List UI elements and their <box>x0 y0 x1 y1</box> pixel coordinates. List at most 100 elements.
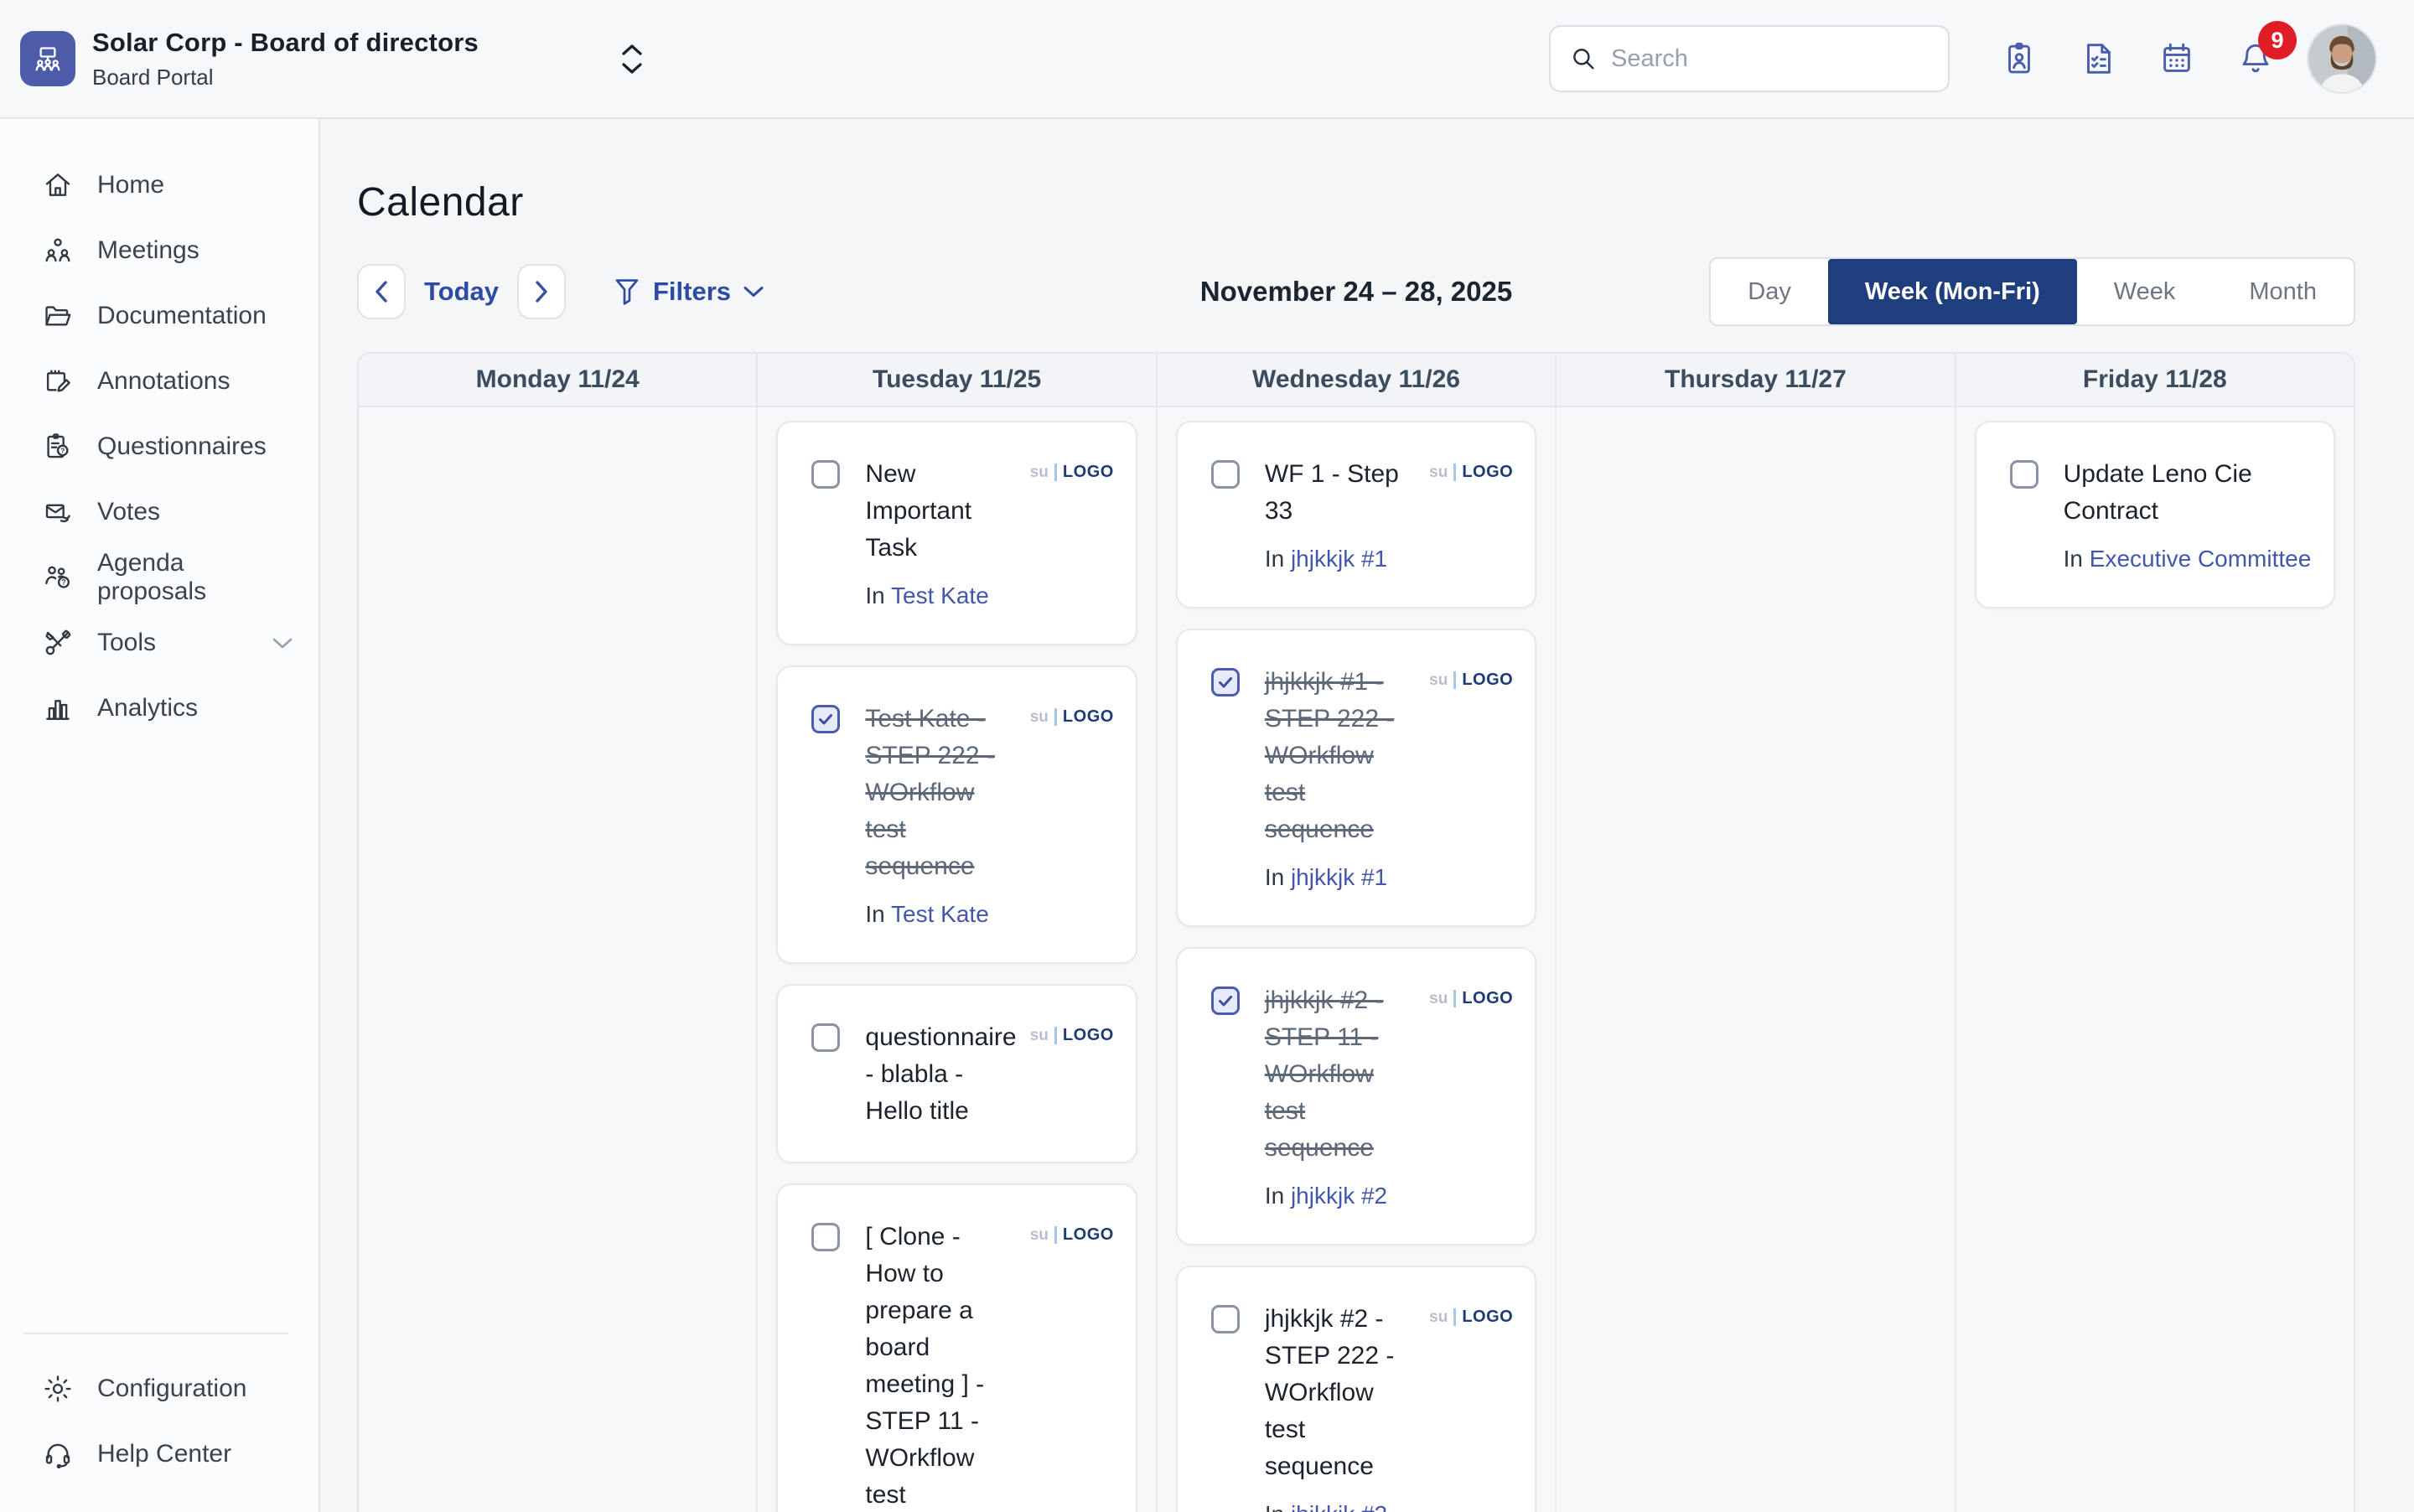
portal-switcher[interactable] <box>621 44 643 75</box>
day-header-wednesday-11-26: Wednesday 11/26 <box>1158 354 1557 406</box>
day-header-thursday-11-27: Thursday 11/27 <box>1557 354 1956 406</box>
sidebar-item-questionnaires[interactable]: ? Questionnaires <box>0 414 319 479</box>
ballot-icon <box>42 496 74 528</box>
day-column-tuesday-11-25: New Important Task In Test Kate su LOGO … <box>758 407 1157 1512</box>
view-option-week-mon-fri[interactable]: Week (Mon-Fri) <box>1828 259 2077 324</box>
calendar-toolbar: Today Filters November 24 – 28, 2025 Day… <box>357 256 2355 327</box>
event-checkbox[interactable] <box>2010 460 2038 489</box>
sidebar-item-meetings[interactable]: Meetings <box>0 218 319 283</box>
avatar[interactable] <box>2308 25 2375 92</box>
note-pencil-icon <box>42 365 74 397</box>
event-checkbox[interactable] <box>1211 986 1240 1015</box>
contacts-button[interactable] <box>2000 39 2038 78</box>
chevron-up-icon <box>621 44 643 56</box>
event-location-link[interactable]: Test Kate <box>891 901 989 927</box>
event-location: In jhjkkjk #2 <box>1265 1499 1401 1512</box>
day-header-tuesday-11-25: Tuesday 11/25 <box>758 354 1157 406</box>
topbar: Solar Corp - Board of directors Board Po… <box>0 0 2414 119</box>
search-box <box>1549 25 1950 92</box>
event-card[interactable]: jhjkkjk #1 - STEP 222 - WOrkflow test se… <box>1176 629 1536 927</box>
board-people-icon <box>31 42 65 75</box>
gear-icon <box>42 1373 74 1405</box>
event-location-link[interactable]: jhjkkjk #1 <box>1291 546 1387 572</box>
day-column-monday-11-24 <box>359 407 758 1512</box>
svg-text:?: ? <box>60 446 65 454</box>
sidebar-item-tools[interactable]: Tools <box>0 610 319 676</box>
event-title: jhjkkjk #2 - STEP 222 - WOrkflow test se… <box>1265 1301 1401 1485</box>
day-column-thursday-11-27 <box>1557 407 1956 1512</box>
sidebar-item-documentation[interactable]: Documentation <box>0 283 319 349</box>
clipboard-question-icon: ? <box>42 431 74 463</box>
sidebar-item-help-center[interactable]: Help Center <box>0 1421 319 1487</box>
sidebar-item-home[interactable]: Home <box>0 153 319 218</box>
sidebar-item-agenda-proposals[interactable]: ? Agenda proposals <box>0 545 319 610</box>
filters-label: Filters <box>653 277 731 307</box>
notification-badge: 9 <box>2258 21 2297 60</box>
event-checkbox[interactable] <box>811 1023 840 1052</box>
event-checkbox[interactable] <box>1211 668 1240 696</box>
view-option-month[interactable]: Month <box>2212 259 2354 324</box>
bar-chart-icon <box>42 692 74 724</box>
org-title: Solar Corp - Board of directors <box>92 28 479 58</box>
event-location-link[interactable]: jhjkkjk #1 <box>1291 864 1387 890</box>
calendar-grid: Monday 11/24Tuesday 11/25Wednesday 11/26… <box>357 352 2355 1512</box>
event-card[interactable]: Test Kate - STEP 222 - WOrkflow test seq… <box>776 665 1137 964</box>
event-checkbox[interactable] <box>1211 1305 1240 1333</box>
day-header-monday-11-24: Monday 11/24 <box>359 354 758 406</box>
prev-button[interactable] <box>357 264 406 319</box>
view-option-week[interactable]: Week <box>2077 259 2213 324</box>
event-card[interactable]: WF 1 - Step 33 In jhjkkjk #1 su LOGO <box>1176 421 1536 608</box>
chevron-down-icon <box>272 636 293 650</box>
event-checkbox[interactable] <box>811 460 840 489</box>
date-range: November 24 – 28, 2025 <box>1200 276 1512 308</box>
sidebar-nav: Home Meetings Documentation Annotations … <box>0 153 319 741</box>
day-column-friday-11-28: Update Leno Cie Contract In Executive Co… <box>1956 407 2354 1512</box>
filters-button[interactable]: Filters <box>613 276 764 308</box>
event-title: Test Kate - STEP 222 - WOrkflow test seq… <box>865 701 1001 885</box>
notifications-button[interactable]: 9 <box>2236 39 2275 78</box>
contact-card-icon <box>2000 39 2038 78</box>
event-location-link[interactable]: jhjkkjk #2 <box>1291 1501 1387 1512</box>
event-location: In jhjkkjk #1 <box>1265 862 1401 893</box>
sidebar-item-analytics[interactable]: Analytics <box>0 676 319 741</box>
su-logo-badge: su LOGO <box>1030 463 1114 482</box>
event-card[interactable]: [ Clone - How to prepare a board meeting… <box>776 1183 1137 1512</box>
sidebar-item-configuration[interactable]: Configuration <box>0 1356 319 1421</box>
event-title: [ Clone - How to prepare a board meeting… <box>865 1219 1001 1512</box>
today-button[interactable]: Today <box>424 277 499 307</box>
sidebar-item-annotations[interactable]: Annotations <box>0 349 319 414</box>
event-location: In jhjkkjk #2 <box>1265 1180 1401 1212</box>
su-logo-badge: su LOGO <box>1429 1307 1513 1327</box>
calendar-button[interactable] <box>2158 39 2196 78</box>
event-location-link[interactable]: Executive Committee <box>2090 546 2312 572</box>
event-checkbox[interactable] <box>811 1223 840 1251</box>
calendar-grid-header: Monday 11/24Tuesday 11/25Wednesday 11/26… <box>359 354 2354 407</box>
event-card[interactable]: questionnaire - blabla - Hello title su … <box>776 984 1137 1163</box>
sidebar-item-votes[interactable]: Votes <box>0 479 319 545</box>
day-header-friday-11-28: Friday 11/28 <box>1956 354 2354 406</box>
day-column-wednesday-11-26: WF 1 - Step 33 In jhjkkjk #1 su LOGO jhj… <box>1158 407 1557 1512</box>
event-card[interactable]: Update Leno Cie Contract In Executive Co… <box>1975 421 2335 608</box>
task-document-icon <box>2079 39 2117 78</box>
event-card[interactable]: New Important Task In Test Kate su LOGO <box>776 421 1137 645</box>
view-option-day[interactable]: Day <box>1711 259 1828 324</box>
event-checkbox[interactable] <box>811 705 840 733</box>
su-logo-badge: su LOGO <box>1030 1026 1114 1045</box>
search-input[interactable] <box>1611 45 1930 73</box>
event-card[interactable]: jhjkkjk #2 - STEP 11 - WOrkflow test seq… <box>1176 947 1536 1245</box>
calendar-grid-body: New Important Task In Test Kate su LOGO … <box>359 407 2354 1512</box>
event-location-link[interactable]: Test Kate <box>891 583 989 608</box>
su-logo-badge: su LOGO <box>1030 1225 1114 1245</box>
portal-subtitle: Board Portal <box>92 65 479 91</box>
event-card[interactable]: jhjkkjk #2 - STEP 222 - WOrkflow test se… <box>1176 1266 1536 1512</box>
event-location: In Test Kate <box>865 580 1001 612</box>
next-button[interactable] <box>517 264 566 319</box>
filter-funnel-icon <box>613 276 641 308</box>
tasks-button[interactable] <box>2079 39 2117 78</box>
people-icon <box>42 235 74 267</box>
event-location-link[interactable]: jhjkkjk #2 <box>1291 1183 1387 1209</box>
sidebar-divider <box>23 1333 288 1334</box>
event-checkbox[interactable] <box>1211 460 1240 489</box>
home-icon <box>42 169 74 201</box>
headset-icon <box>42 1438 74 1470</box>
